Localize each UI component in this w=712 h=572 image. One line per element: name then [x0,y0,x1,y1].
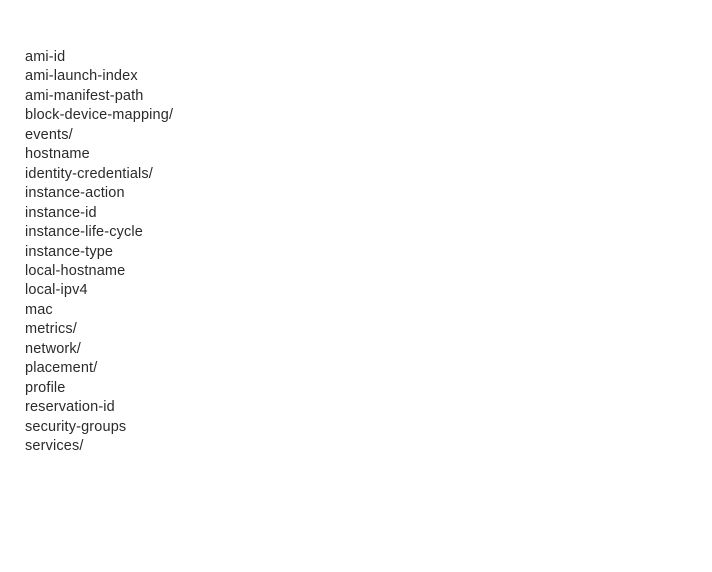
metadata-entry: profile [25,379,66,396]
metadata-entry: metrics/ [25,321,77,338]
page-body: ami-id ami-launch-index ami-manifest-path b… [0,0,712,572]
metadata-entry: mac [25,301,53,318]
metadata-entry: local-hostname [25,262,126,279]
metadata-entry: reservation-id [25,399,115,416]
metadata-entry: ami-manifest-path [25,87,144,104]
metadata-entry: services/ [25,438,84,455]
metadata-entry: instance-life-cycle [25,224,143,241]
metadata-entry: identity-credentials/ [25,165,153,182]
metadata-entry: events/ [25,126,73,143]
metadata-entry: hostname [25,146,90,163]
metadata-entry: ami-launch-index [25,68,138,85]
metadata-entry: instance-id [25,204,97,221]
metadata-entry: block-device-mapping/ [25,107,174,124]
metadata-entry: instance-action [25,185,125,202]
metadata-entry: network/ [25,340,81,357]
metadata-entry: local-ipv4 [25,282,88,299]
metadata-entry: placement/ [25,360,98,377]
metadata-entry: instance-type [25,243,114,260]
metadata-entry: ami-id [25,49,66,65]
metadata-entry: security-groups [25,418,127,435]
metadata-listing: ami-id ami-launch-index ami-manifest-path b… [25,48,173,457]
